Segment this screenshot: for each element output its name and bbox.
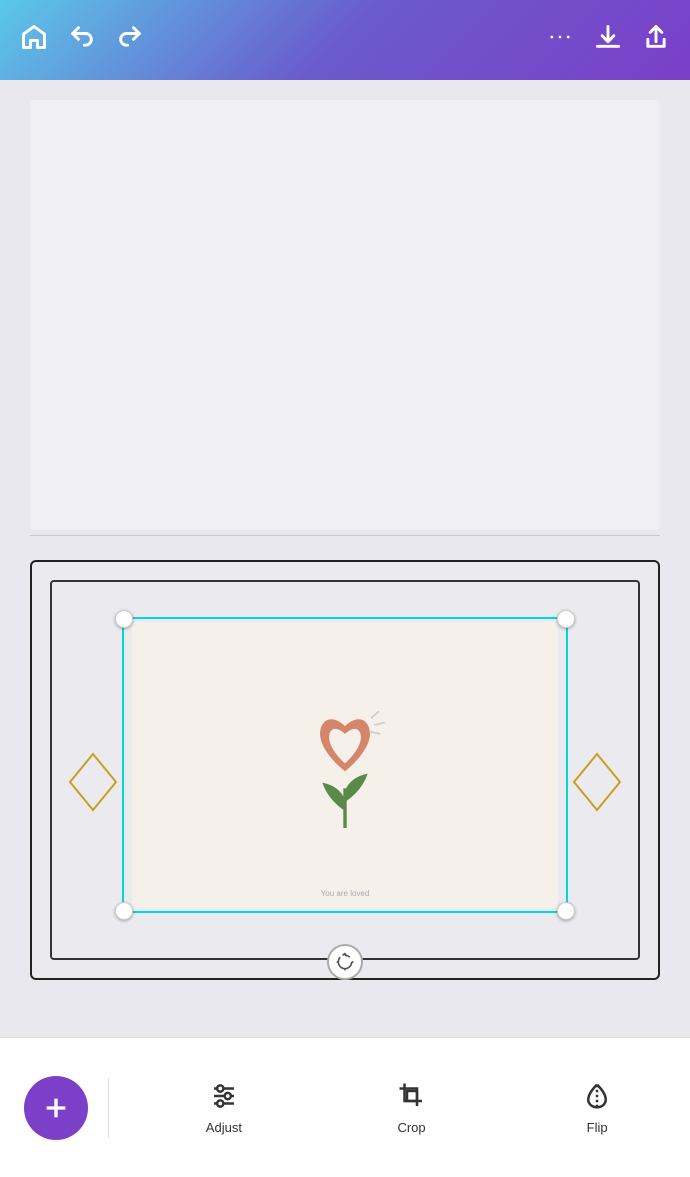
crop-selection[interactable]: [122, 617, 568, 913]
share-button[interactable]: [642, 23, 670, 58]
home-button[interactable]: [20, 23, 48, 58]
header-left-controls: [20, 23, 144, 58]
bottom-toolbar: Adjust Crop Flip: [0, 1037, 690, 1177]
card-outer-border: You are loved: [30, 560, 660, 980]
adjust-tool[interactable]: Adjust: [206, 1080, 242, 1135]
header-right-controls: [546, 23, 670, 58]
flip-tool[interactable]: Flip: [581, 1080, 613, 1135]
add-button[interactable]: [24, 1076, 88, 1140]
diamond-left: [68, 752, 118, 812]
adjust-label: Adjust: [206, 1120, 242, 1135]
flip-label: Flip: [587, 1120, 608, 1135]
diamond-right: [572, 752, 622, 812]
page-top: [30, 100, 660, 530]
crop-icon: [396, 1080, 428, 1112]
crop-tool[interactable]: Crop: [396, 1080, 428, 1135]
flip-icon: [581, 1080, 613, 1112]
adjust-icon: [208, 1080, 240, 1112]
rotate-button[interactable]: [327, 944, 363, 980]
header: [0, 0, 690, 80]
more-button[interactable]: [546, 23, 574, 58]
undo-button[interactable]: [68, 23, 96, 58]
crop-handle-bottom-right[interactable]: [557, 902, 575, 920]
page-divider: [30, 535, 660, 536]
toolbar-divider: [108, 1078, 109, 1138]
crop-handle-top-right[interactable]: [557, 610, 575, 628]
download-button[interactable]: [594, 23, 622, 58]
crop-handle-top-left[interactable]: [115, 610, 133, 628]
toolbar-tools: Adjust Crop Flip: [129, 1080, 690, 1135]
canvas-area: [0, 80, 690, 620]
redo-button[interactable]: [116, 23, 144, 58]
crop-label: Crop: [397, 1120, 425, 1135]
crop-handle-bottom-left[interactable]: [115, 902, 133, 920]
